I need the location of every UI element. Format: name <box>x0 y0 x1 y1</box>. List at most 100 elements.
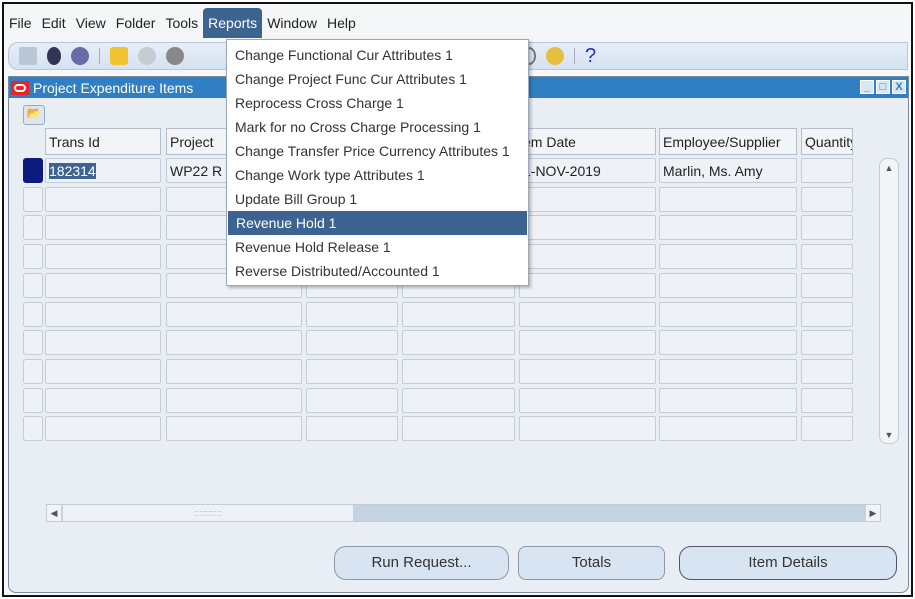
table-cell[interactable] <box>45 186 161 212</box>
table-cell[interactable] <box>659 358 797 384</box>
table-cell[interactable] <box>659 301 797 327</box>
table-cell[interactable] <box>659 330 797 356</box>
menu-edit[interactable]: Edit <box>37 11 71 35</box>
table-cell[interactable] <box>45 416 161 442</box>
table-cell[interactable] <box>402 387 515 413</box>
table-cell[interactable] <box>45 215 161 241</box>
table-cell[interactable] <box>45 387 161 413</box>
menu-item[interactable]: Mark for no Cross Charge Processing 1 <box>227 115 528 139</box>
menu-help[interactable]: Help <box>322 11 361 35</box>
table-cell[interactable] <box>801 158 853 183</box>
scroll-down-arrow-icon[interactable]: ▼ <box>880 430 898 440</box>
table-cell[interactable] <box>45 301 161 327</box>
flex-fields-icon[interactable] <box>546 47 564 65</box>
table-cell[interactable] <box>402 330 515 356</box>
menu-item[interactable]: Revenue Hold Release 1 <box>227 235 528 259</box>
menu-window[interactable]: Window <box>262 11 322 35</box>
table-cell[interactable] <box>801 244 853 270</box>
new-icon[interactable] <box>19 47 37 65</box>
table-cell[interactable] <box>519 272 656 298</box>
table-cell[interactable] <box>306 358 398 384</box>
column-header[interactable]: em Date <box>519 128 656 155</box>
table-cell[interactable] <box>801 416 853 442</box>
row-indicator[interactable] <box>23 358 43 384</box>
table-cell[interactable] <box>801 186 853 212</box>
row-indicator[interactable] <box>23 330 43 356</box>
next-step-icon[interactable] <box>138 47 156 65</box>
table-cell[interactable] <box>659 416 797 442</box>
menu-item[interactable]: Change Transfer Price Currency Attribute… <box>227 139 528 163</box>
row-indicator[interactable] <box>23 158 43 183</box>
minimize-button[interactable]: _ <box>860 80 874 94</box>
menu-item[interactable]: Revenue Hold 1 <box>228 211 527 235</box>
row-indicator[interactable] <box>23 387 43 413</box>
menu-tools[interactable]: Tools <box>160 11 203 35</box>
table-cell[interactable] <box>306 387 398 413</box>
table-cell[interactable] <box>519 186 656 212</box>
horizontal-scroll-thumb[interactable]: ::::::::::: <box>63 505 353 521</box>
table-cell[interactable] <box>659 244 797 270</box>
table-cell[interactable]: Marlin, Ms. Amy <box>659 158 797 183</box>
open-folder-icon[interactable]: 📂 <box>23 105 45 125</box>
row-indicator[interactable] <box>23 215 43 241</box>
table-cell[interactable] <box>801 301 853 327</box>
item-details-button[interactable]: Item Details <box>679 546 897 580</box>
table-cell[interactable] <box>519 244 656 270</box>
table-cell[interactable] <box>402 358 515 384</box>
table-cell[interactable] <box>659 272 797 298</box>
row-indicator[interactable] <box>23 416 43 442</box>
table-cell[interactable] <box>519 387 656 413</box>
table-cell[interactable] <box>166 387 302 413</box>
table-cell[interactable] <box>659 387 797 413</box>
table-cell[interactable] <box>166 330 302 356</box>
menu-reports[interactable]: Reports <box>203 8 263 38</box>
menu-item[interactable]: Change Functional Cur Attributes 1 <box>227 43 528 67</box>
menu-item[interactable]: Reverse Distributed/Accounted 1 <box>227 259 528 283</box>
find-icon[interactable] <box>47 47 61 65</box>
maximize-button[interactable]: □ <box>876 80 890 94</box>
menu-item[interactable]: Update Bill Group 1 <box>227 187 528 211</box>
table-cell[interactable]: 1-NOV-2019 <box>519 158 656 183</box>
table-cell[interactable] <box>659 186 797 212</box>
menu-item[interactable]: Change Work type Attributes 1 <box>227 163 528 187</box>
totals-button[interactable]: Totals <box>518 546 665 580</box>
table-cell[interactable] <box>45 272 161 298</box>
navigator-icon[interactable] <box>71 47 89 65</box>
row-indicator[interactable] <box>23 186 43 212</box>
menu-file[interactable]: File <box>4 11 37 35</box>
table-cell[interactable]: 182314 <box>45 158 161 183</box>
table-cell[interactable] <box>801 272 853 298</box>
row-indicator[interactable] <box>23 272 43 298</box>
print-icon[interactable] <box>166 47 184 65</box>
help-icon[interactable]: ? <box>585 45 596 68</box>
column-header[interactable]: Trans Id <box>45 128 161 155</box>
menu-folder[interactable]: Folder <box>111 11 161 35</box>
table-cell[interactable] <box>519 301 656 327</box>
scroll-up-arrow-icon[interactable]: ▲ <box>880 163 898 173</box>
table-cell[interactable] <box>519 215 656 241</box>
table-cell[interactable] <box>801 215 853 241</box>
table-cell[interactable] <box>166 301 302 327</box>
scroll-right-arrow-icon[interactable]: ▶ <box>866 505 880 521</box>
table-cell[interactable] <box>45 330 161 356</box>
table-cell[interactable] <box>801 330 853 356</box>
row-indicator[interactable] <box>23 244 43 270</box>
table-cell[interactable] <box>45 358 161 384</box>
table-cell[interactable] <box>659 215 797 241</box>
column-header[interactable]: Quantity <box>801 128 853 155</box>
horizontal-scrollbar[interactable]: ◀ ::::::::::: ▶ <box>46 504 881 522</box>
column-header[interactable]: Employee/Supplier <box>659 128 797 155</box>
menu-view[interactable]: View <box>71 11 111 35</box>
table-cell[interactable] <box>306 301 398 327</box>
table-cell[interactable] <box>306 330 398 356</box>
table-cell[interactable] <box>166 358 302 384</box>
table-cell[interactable] <box>45 244 161 270</box>
table-cell[interactable] <box>519 416 656 442</box>
table-cell[interactable] <box>519 358 656 384</box>
table-cell[interactable] <box>402 301 515 327</box>
scroll-left-arrow-icon[interactable]: ◀ <box>47 505 61 521</box>
vertical-scrollbar[interactable]: ▲ ▼ <box>879 158 899 444</box>
menu-item[interactable]: Change Project Func Cur Attributes 1 <box>227 67 528 91</box>
save-icon[interactable] <box>110 47 128 65</box>
table-cell[interactable] <box>166 416 302 442</box>
